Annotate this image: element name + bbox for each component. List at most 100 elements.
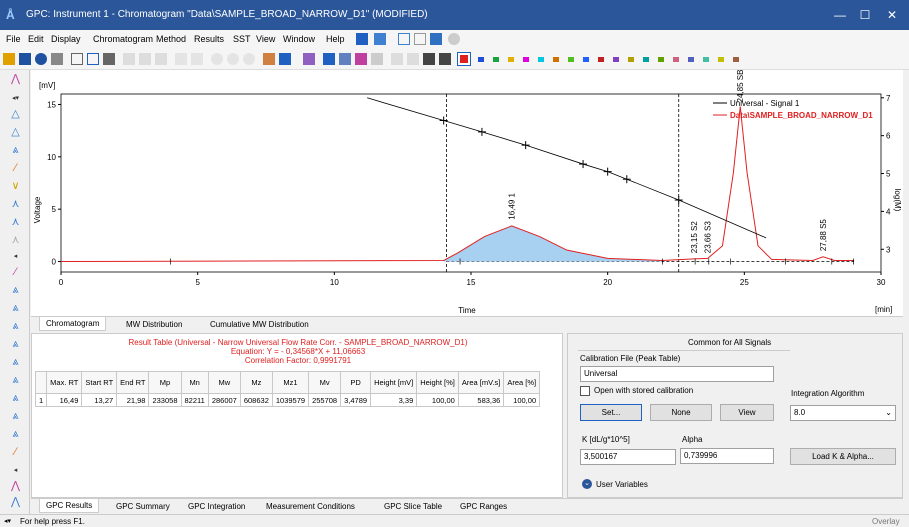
first-icon[interactable] <box>391 53 403 65</box>
tab-gpc-integration[interactable]: GPC Integration <box>181 499 252 513</box>
range-9-icon[interactable]: ⩓ <box>9 428 22 441</box>
user-variables-label[interactable]: User Variables <box>596 480 648 489</box>
cut-icon[interactable] <box>123 53 135 65</box>
column-header[interactable]: PD <box>340 371 372 394</box>
peak-add-icon[interactable]: ⋏ <box>9 198 22 211</box>
menu-method[interactable]: Method <box>156 34 186 44</box>
color-swatch[interactable] <box>628 57 634 62</box>
tangent-icon[interactable]: ∕ <box>9 162 22 175</box>
column-header[interactable]: Height [%] <box>416 371 459 394</box>
print-preview-icon[interactable] <box>71 53 83 65</box>
color-swatch[interactable] <box>718 57 724 62</box>
peak-icon[interactable] <box>374 33 386 45</box>
color-swatch[interactable] <box>598 57 604 62</box>
k-input[interactable]: 3,500167 <box>580 449 676 465</box>
expand-chevron-icon[interactable]: ⌄ <box>582 479 592 489</box>
column-header[interactable]: Mv <box>308 371 342 394</box>
prev-icon[interactable] <box>407 53 419 65</box>
slice-icon[interactable]: ∕ <box>9 266 22 279</box>
peak-tool-2-icon[interactable]: ⋀ <box>9 480 22 493</box>
redo-icon[interactable] <box>191 53 203 65</box>
peak-select-icon[interactable] <box>355 53 367 65</box>
peak-remove-icon[interactable]: ⋏ <box>9 216 22 229</box>
none-button[interactable]: None <box>650 404 712 421</box>
color-swatch[interactable] <box>493 57 499 62</box>
set-button[interactable]: Set... <box>580 404 642 421</box>
menu-results[interactable]: Results <box>194 34 224 44</box>
color-swatch[interactable] <box>553 57 559 62</box>
save-icon[interactable] <box>19 53 31 65</box>
range-icon[interactable]: ⩓ <box>9 284 22 297</box>
disabled-tool-icon[interactable]: ⋏ <box>9 234 22 247</box>
color-swatch[interactable] <box>508 57 514 62</box>
peak-split-icon[interactable]: ⩓ <box>9 144 22 157</box>
report-icon[interactable] <box>430 33 442 45</box>
chart-svg[interactable]: [mV] Voltage Time [min] log(M) Universal… <box>31 56 903 316</box>
tab-measurement-conditions[interactable]: Measurement Conditions <box>259 499 362 513</box>
column-header[interactable]: Max. RT <box>46 371 83 394</box>
tab-chromatogram[interactable]: Chromatogram <box>39 317 107 331</box>
color-swatch[interactable] <box>643 57 649 62</box>
scroll-left-2-icon[interactable]: ◂ <box>9 464 22 477</box>
peak-tool-icon[interactable]: ⋀ <box>9 73 22 86</box>
open-stored-checkbox[interactable] <box>580 386 590 396</box>
status-collapse-icon[interactable]: ◂▾ <box>4 517 11 525</box>
range-4-icon[interactable]: ⩓ <box>9 338 22 351</box>
color-swatch[interactable] <box>613 57 619 62</box>
menu-view[interactable]: View <box>256 34 275 44</box>
chromatogram-chart[interactable]: [mV] Voltage Time [min] log(M) Universal… <box>31 56 903 316</box>
close-file-icon[interactable] <box>35 53 47 65</box>
zoom-in-icon[interactable] <box>227 53 239 65</box>
properties-icon[interactable] <box>51 53 63 65</box>
valley-icon[interactable]: ∨ <box>9 180 22 193</box>
tab-gpc-summary[interactable]: GPC Summary <box>109 499 177 513</box>
column-header[interactable]: Area [%] <box>503 371 541 394</box>
color-swatch[interactable] <box>733 57 739 62</box>
print-icon[interactable] <box>103 53 115 65</box>
range-7-icon[interactable]: ⩓ <box>9 392 22 405</box>
undo-icon[interactable] <box>175 53 187 65</box>
table-icon[interactable] <box>414 33 426 45</box>
column-header[interactable]: Start RT <box>81 371 118 394</box>
minimize-button[interactable]: — <box>830 6 850 24</box>
range-10-icon[interactable]: ∕ <box>9 446 22 459</box>
integration-icon[interactable] <box>303 53 315 65</box>
column-header[interactable]: Height [mV] <box>370 371 418 394</box>
menu-edit[interactable]: Edit <box>28 34 44 44</box>
color-swatch[interactable] <box>688 57 694 62</box>
menu-chromatogram[interactable]: Chromatogram <box>93 34 153 44</box>
close-button[interactable]: ✕ <box>882 6 902 24</box>
color-swatch[interactable] <box>478 57 484 62</box>
range-3-icon[interactable]: ⩓ <box>9 320 22 333</box>
measure-icon[interactable] <box>263 53 275 65</box>
last-icon[interactable] <box>439 53 451 65</box>
spectrum-icon[interactable] <box>356 33 368 45</box>
range-5-icon[interactable]: ⩓ <box>9 356 22 369</box>
tab-gpc-slice-table[interactable]: GPC Slice Table <box>377 499 449 513</box>
alpha-input[interactable]: 0,739996 <box>680 448 774 464</box>
color-swatch[interactable] <box>538 57 544 62</box>
column-header[interactable]: Mw <box>207 371 241 394</box>
range-8-icon[interactable]: ⩓ <box>9 410 22 423</box>
range-2-icon[interactable]: ⩓ <box>9 302 22 315</box>
baseline-icon[interactable]: △ <box>9 108 22 121</box>
color-swatch[interactable] <box>703 57 709 62</box>
menu-help[interactable]: Help <box>326 34 345 44</box>
column-header[interactable]: Mn <box>180 371 209 394</box>
color-swatch[interactable] <box>568 57 574 62</box>
color-swatch[interactable] <box>523 57 529 62</box>
report-preview-icon[interactable] <box>87 53 99 65</box>
tab-gpc-ranges[interactable]: GPC Ranges <box>453 499 514 513</box>
zoom-out-icon[interactable] <box>243 53 255 65</box>
zoom-icon[interactable] <box>211 53 223 65</box>
settings-icon[interactable] <box>448 33 460 45</box>
peak-tool-3-icon[interactable]: ⋀ <box>9 496 22 509</box>
maximize-button[interactable]: ☐ <box>855 6 875 24</box>
scroll-left-icon[interactable]: ◂ <box>9 250 22 263</box>
layout-icon[interactable] <box>371 53 383 65</box>
color-swatch[interactable] <box>583 57 589 62</box>
column-header[interactable]: Mp <box>148 371 182 394</box>
next-icon[interactable] <box>423 53 435 65</box>
range-6-icon[interactable]: ⩓ <box>9 374 22 387</box>
menu-window[interactable]: Window <box>283 34 315 44</box>
